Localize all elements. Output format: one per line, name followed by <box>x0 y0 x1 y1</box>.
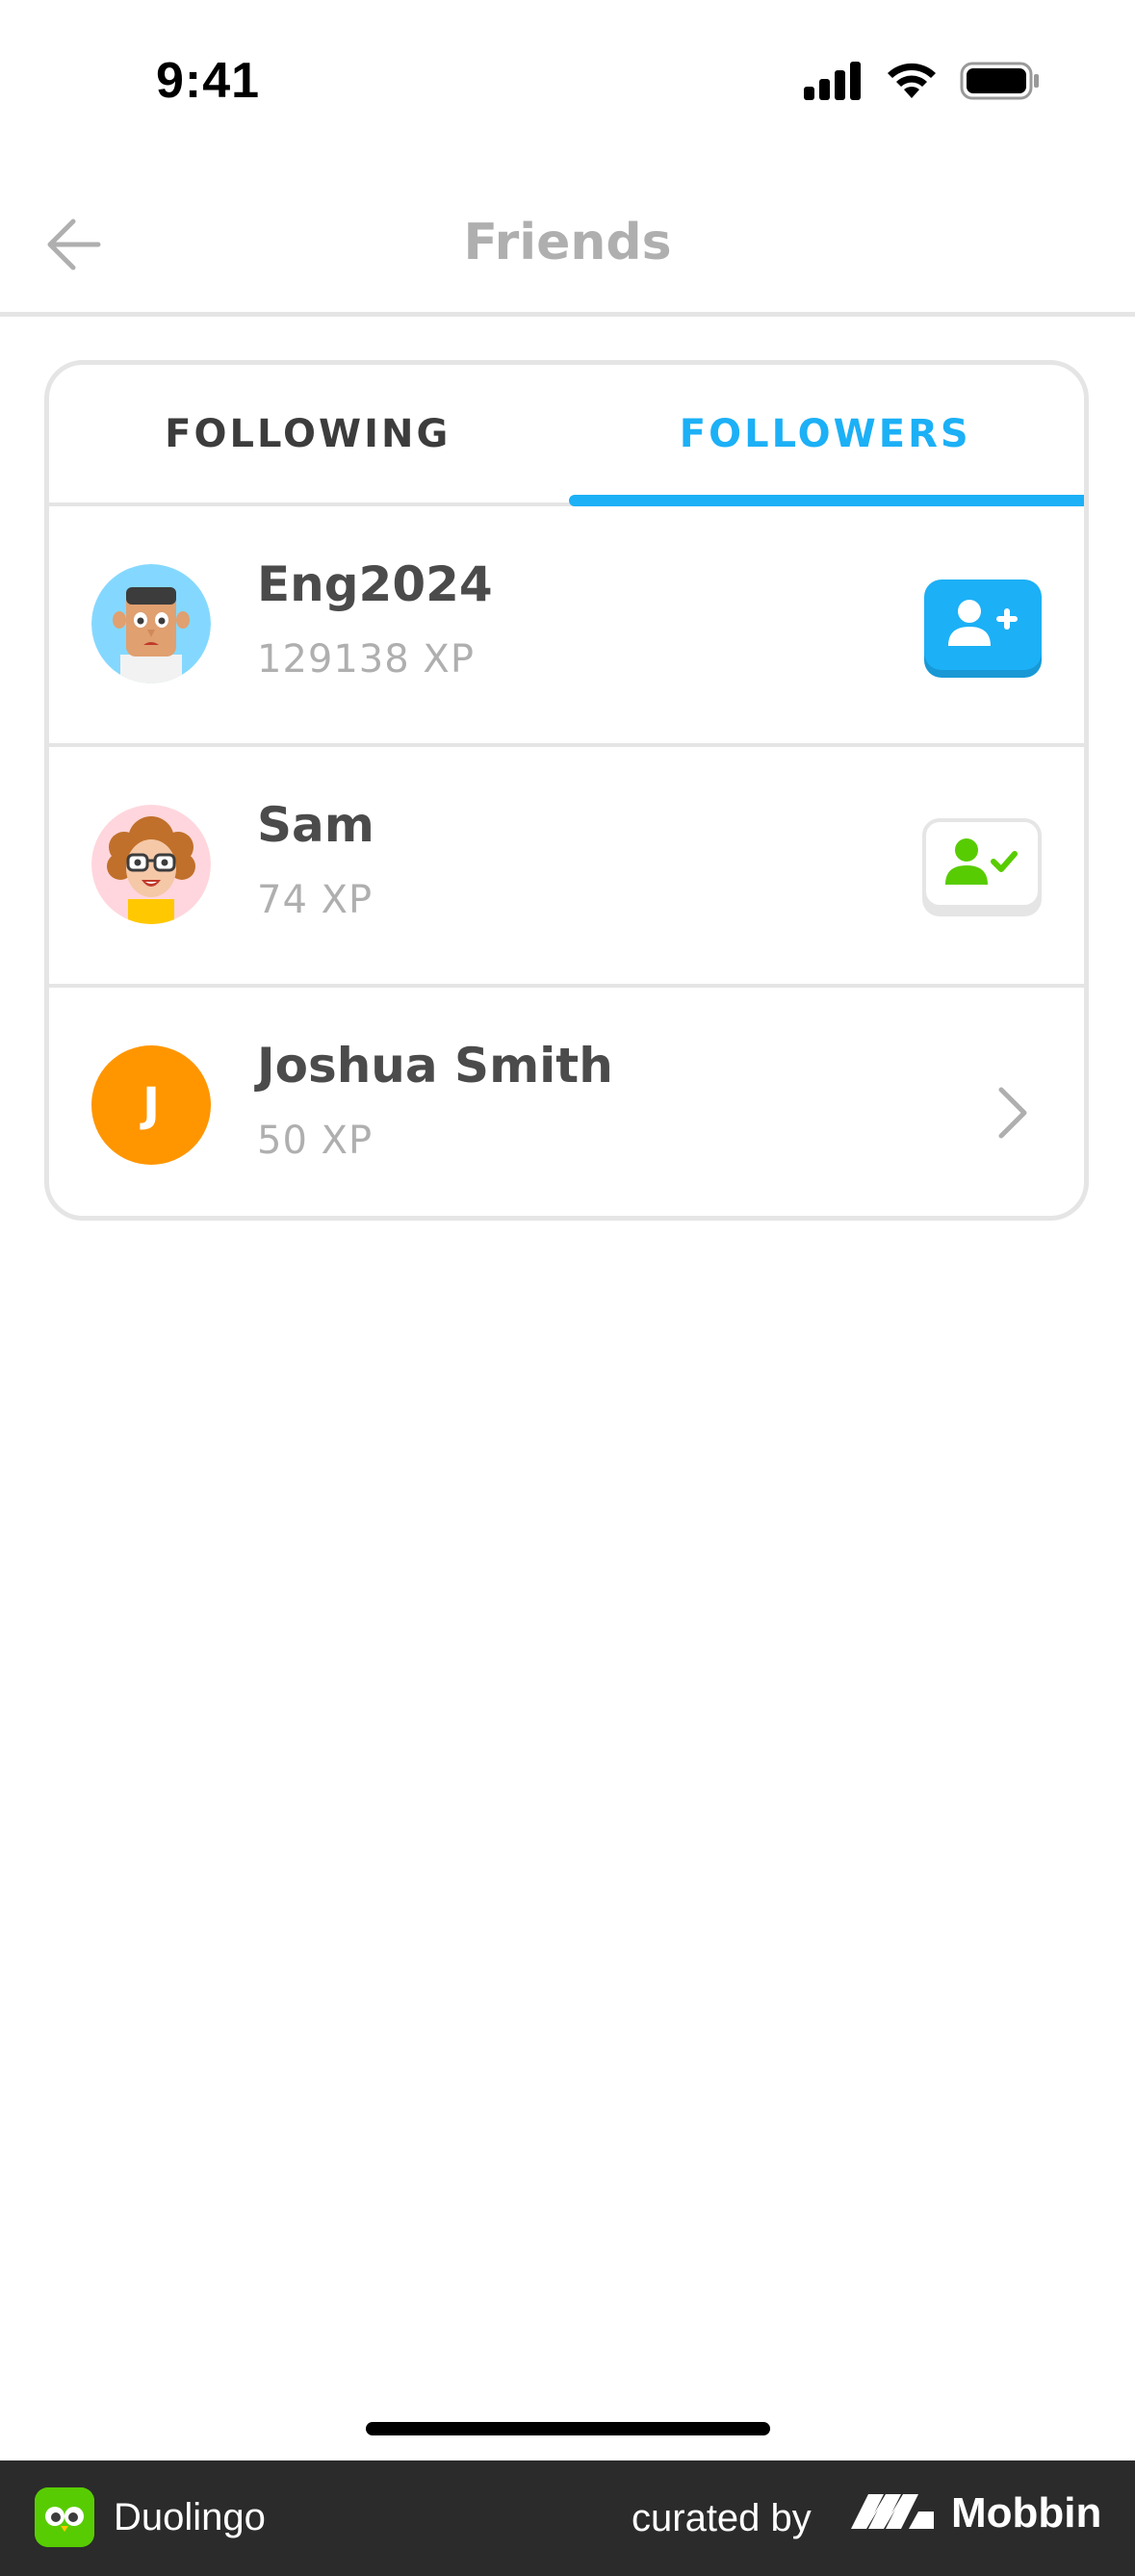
following-button[interactable] <box>922 818 1042 909</box>
chevron-right-icon[interactable] <box>988 1084 1036 1142</box>
status-time: 9:41 <box>156 53 261 109</box>
user-xp: 129138 XP <box>257 637 475 682</box>
tab-following[interactable]: FOLLOWING <box>49 365 567 502</box>
friends-card: FOLLOWING FOLLOWERS Eng2024 129138 XP Sa… <box>44 360 1089 1221</box>
user-check-icon <box>945 837 1019 890</box>
wifi-icon <box>885 62 939 104</box>
avatar: J <box>91 1045 211 1165</box>
active-tab-indicator <box>569 495 1084 506</box>
mobbin-logo-icon <box>851 2490 936 2537</box>
user-name: Sam <box>257 797 374 853</box>
add-user-icon <box>946 598 1019 652</box>
user-name: Eng2024 <box>257 556 493 612</box>
list-item[interactable]: Eng2024 129138 XP <box>49 506 1084 747</box>
battery-icon <box>960 62 1041 104</box>
list-item[interactable]: J Joshua Smith 50 XP <box>49 988 1084 1216</box>
list-item[interactable]: Sam 74 XP <box>49 747 1084 988</box>
footer-app: Duolingo <box>35 2487 266 2547</box>
tab-bar: FOLLOWING FOLLOWERS <box>49 365 1084 506</box>
tab-followers[interactable]: FOLLOWERS <box>567 365 1085 502</box>
signal-icon <box>804 62 864 104</box>
footer-brand-name: Mobbin <box>951 2489 1102 2537</box>
duolingo-logo-icon <box>35 2487 94 2547</box>
avatar <box>91 564 211 683</box>
footer-banner: Duolingo curated by Mobbin <box>0 2460 1135 2576</box>
avatar <box>91 805 211 924</box>
footer-app-name: Duolingo <box>114 2495 266 2538</box>
header: Friends <box>0 193 1135 317</box>
page-title: Friends <box>463 214 672 271</box>
user-xp: 50 XP <box>257 1119 374 1163</box>
status-icons <box>804 62 1041 104</box>
user-xp: 74 XP <box>257 878 374 922</box>
footer-curated-by: curated by <box>632 2497 812 2539</box>
status-bar: 9:41 <box>0 0 1135 164</box>
home-indicator <box>366 2422 770 2435</box>
user-name: Joshua Smith <box>257 1038 613 1094</box>
follow-button[interactable] <box>924 580 1042 670</box>
footer-brand: Mobbin <box>851 2489 1101 2537</box>
